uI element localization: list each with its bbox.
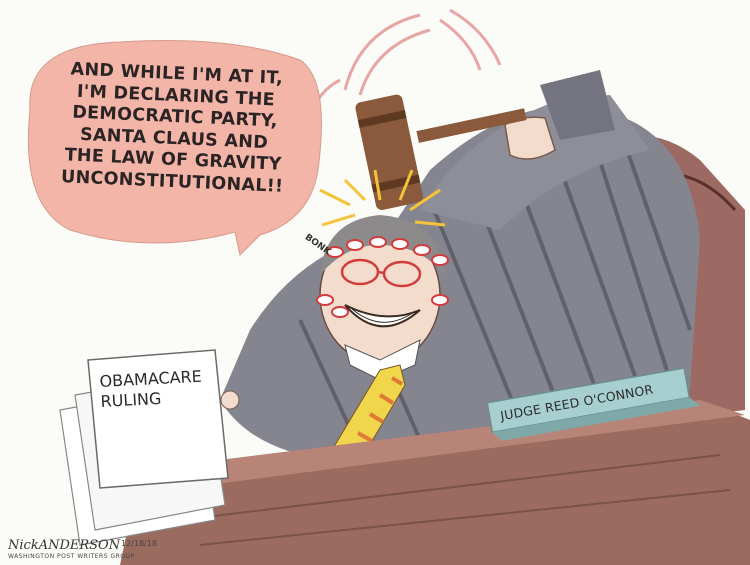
hand [504,116,556,160]
speech-bubble-text: AND WHILE I'M AT IT, I'M DECLARING THE D… [49,59,299,199]
cartoon-canvas: AND WHILE I'M AT IT, I'M DECLARING THE D… [0,0,750,565]
motion-lines [308,8,502,116]
signature-date: 12/18/18 [121,539,157,548]
artist-signature: NickANDERSON [8,538,121,553]
document-title: OBAMACARE RULING [99,366,216,412]
syndicate-credit: WASHINGTON POST WRITERS GROUP [8,553,135,560]
